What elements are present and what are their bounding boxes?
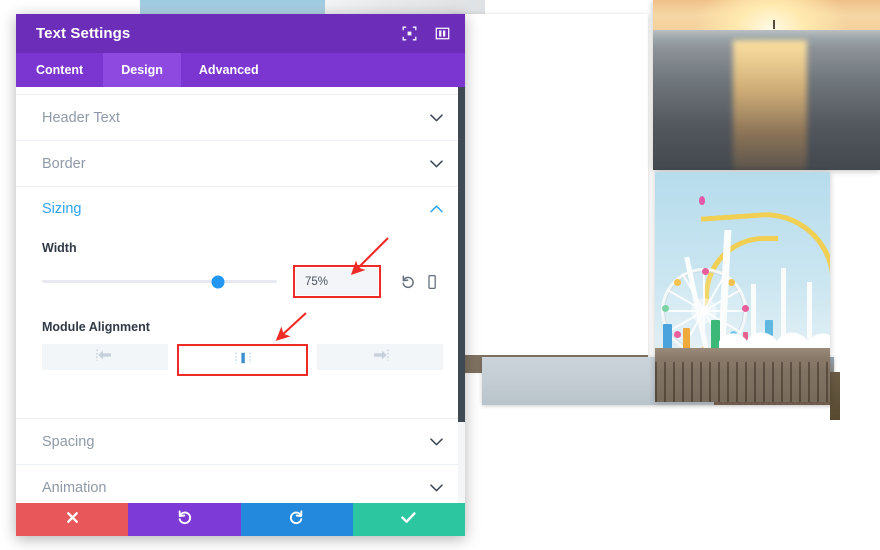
- chevron-down-icon: [429, 481, 443, 495]
- width-value-highlight: [293, 265, 381, 298]
- background-right-edge: [830, 372, 840, 420]
- module-alignment-center-button[interactable]: [179, 347, 306, 373]
- section-header-text[interactable]: Header Text: [16, 95, 465, 141]
- modal-tabs: Content Design Advanced: [16, 53, 465, 87]
- section-spacing[interactable]: Spacing: [16, 419, 465, 465]
- checkmark-icon: [400, 510, 417, 530]
- tab-content[interactable]: Content: [16, 53, 103, 87]
- text-settings-modal: Text Settings Content Design Advanced He…: [16, 14, 465, 536]
- module-alignment-group: [42, 344, 444, 376]
- settings-scrollbar-thumb[interactable]: [458, 87, 465, 422]
- clipped-section-above: [16, 87, 465, 95]
- balloon: [699, 196, 705, 205]
- close-x-icon: [65, 510, 80, 530]
- titlebar-icon-group: [401, 25, 451, 42]
- pier-tents: [719, 316, 830, 350]
- undo-icon[interactable]: [397, 271, 419, 293]
- tab-advanced[interactable]: Advanced: [181, 53, 277, 87]
- modal-title: Text Settings: [36, 25, 131, 42]
- align-center-icon: [232, 351, 254, 370]
- sizing-panel: Width 75% Module Alignment: [16, 241, 465, 419]
- background-photo-strip: [325, 0, 485, 14]
- mobile-icon[interactable]: [421, 271, 443, 293]
- sizing-bottom-padding: [42, 376, 443, 404]
- section-border[interactable]: Border: [16, 141, 465, 187]
- section-spacing-label: Spacing: [42, 433, 95, 450]
- module-alignment-center-wrap: [176, 344, 309, 376]
- split-view-icon[interactable]: [434, 25, 451, 42]
- width-label: Width: [42, 241, 77, 255]
- chevron-down-icon: [429, 157, 443, 171]
- content-card: [452, 14, 648, 369]
- pier-deck: [655, 348, 830, 402]
- modal-titlebar: Text Settings: [16, 14, 465, 53]
- chevron-down-icon: [429, 111, 443, 125]
- align-right-icon: [369, 348, 391, 367]
- cancel-button[interactable]: [16, 503, 129, 536]
- width-slider-handle[interactable]: [211, 275, 225, 288]
- section-animation[interactable]: Animation: [16, 465, 465, 503]
- undo-button[interactable]: [128, 503, 241, 536]
- width-slider-track: [42, 275, 277, 288]
- module-alignment-left-wrap: [42, 344, 168, 376]
- settings-scroll-area: Header Text Border Sizing Width 75% Modu…: [16, 87, 465, 503]
- redo-button[interactable]: [240, 503, 353, 536]
- modal-body: Header Text Border Sizing Width 75% Modu…: [16, 87, 465, 503]
- module-alignment-left-button[interactable]: [42, 344, 168, 370]
- section-border-label: Border: [42, 155, 86, 172]
- tab-design[interactable]: Design: [103, 53, 181, 87]
- width-slider[interactable]: [42, 273, 277, 291]
- section-sizing-label: Sizing: [42, 201, 82, 217]
- module-alignment-right-button[interactable]: [317, 344, 444, 370]
- modal-footer: [16, 503, 465, 536]
- chevron-up-icon: [429, 202, 443, 216]
- module-alignment-right-wrap: [317, 344, 444, 376]
- align-left-icon: [94, 348, 116, 367]
- amusement-park-photo: [655, 172, 830, 402]
- beach-sunset-photo: [653, 0, 880, 170]
- section-header-text-label: Header Text: [42, 109, 120, 126]
- save-button[interactable]: [352, 503, 465, 536]
- width-value-input[interactable]: [296, 268, 378, 295]
- section-animation-label: Animation: [42, 479, 107, 496]
- width-control-row: [42, 265, 443, 298]
- redo-arrow-icon: [288, 509, 305, 531]
- chevron-down-icon: [429, 435, 443, 449]
- distant-figure: [773, 20, 776, 29]
- module-alignment-label: Module Alignment: [42, 320, 150, 334]
- undo-arrow-icon: [176, 509, 193, 531]
- section-sizing[interactable]: Sizing: [16, 187, 465, 231]
- fullscreen-icon[interactable]: [401, 25, 418, 42]
- sun-reflection: [732, 40, 807, 170]
- screen: et, consectetur adipiscing elit, sed do …: [0, 0, 880, 550]
